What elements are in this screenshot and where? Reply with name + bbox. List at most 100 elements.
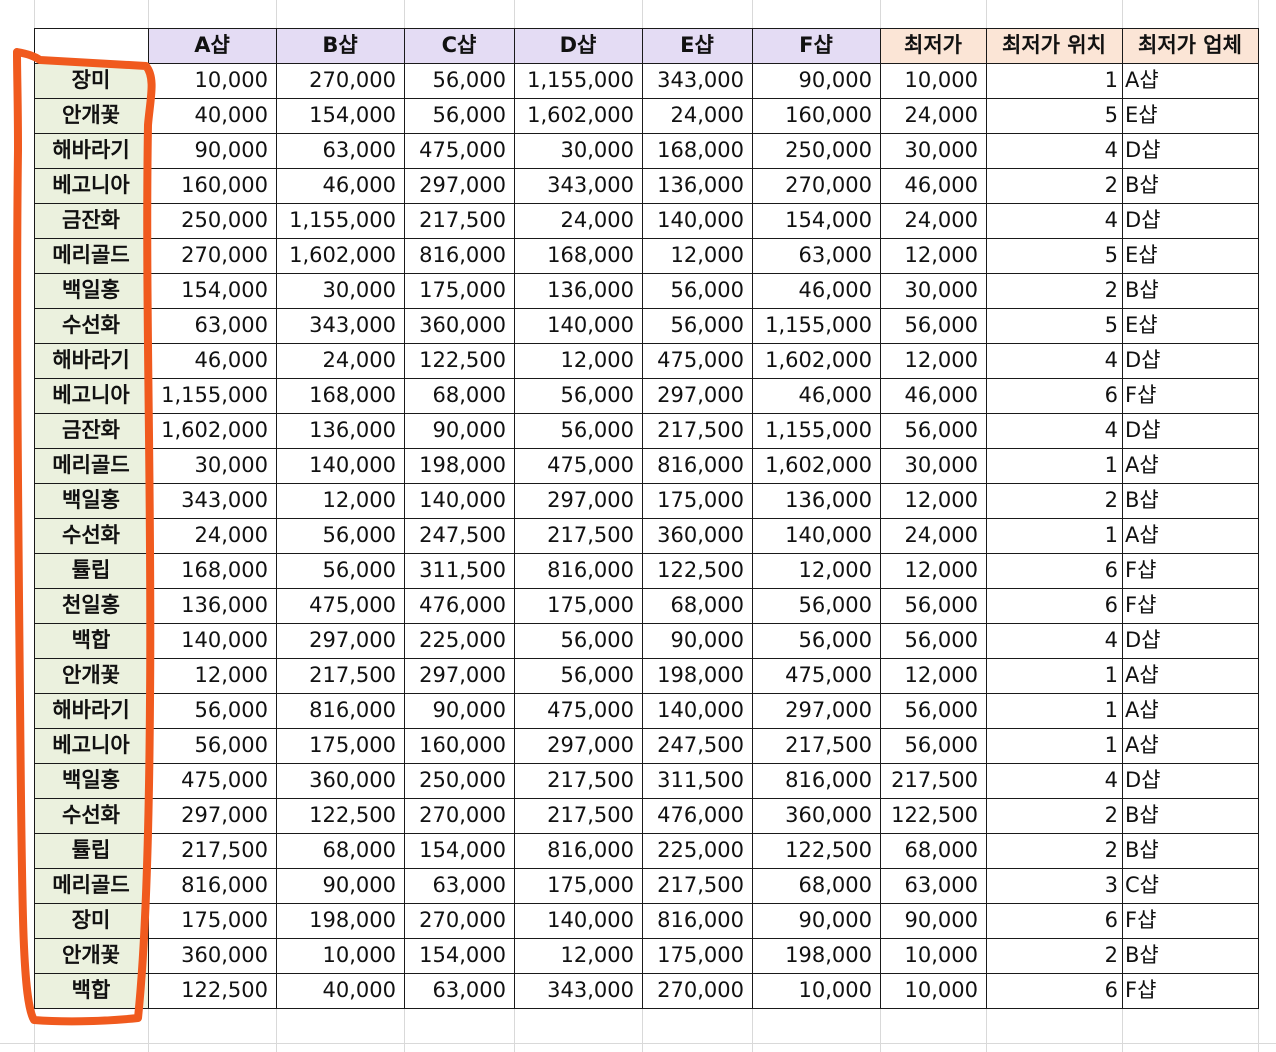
min-vendor-cell[interactable]: D샵 (1122, 623, 1258, 658)
flower-name-cell[interactable]: 백일홍 (34, 483, 148, 518)
price-cell[interactable]: 311,500 (404, 553, 514, 588)
min-position-cell[interactable]: 4 (986, 133, 1122, 168)
price-cell[interactable]: 12,000 (276, 483, 404, 518)
price-cell[interactable]: 160,000 (148, 168, 276, 203)
price-cell[interactable]: 140,000 (752, 518, 880, 553)
price-cell[interactable]: 297,000 (642, 378, 752, 413)
price-cell[interactable]: 56,000 (514, 413, 642, 448)
min-vendor-cell[interactable]: D샵 (1122, 343, 1258, 378)
flower-name-cell[interactable]: 백합 (34, 623, 148, 658)
corner-cell[interactable] (34, 28, 148, 63)
min-position-cell[interactable]: 4 (986, 343, 1122, 378)
flower-name-cell[interactable]: 튤립 (34, 553, 148, 588)
price-cell[interactable]: 168,000 (148, 553, 276, 588)
price-cell[interactable]: 90,000 (752, 63, 880, 98)
flower-name-cell[interactable]: 백일홍 (34, 273, 148, 308)
price-cell[interactable]: 90,000 (276, 868, 404, 903)
flower-name-cell[interactable]: 베고니아 (34, 378, 148, 413)
min-vendor-cell[interactable]: B샵 (1122, 168, 1258, 203)
min-position-cell[interactable]: 1 (986, 693, 1122, 728)
min-vendor-cell[interactable]: A샵 (1122, 518, 1258, 553)
price-cell[interactable]: 343,000 (642, 63, 752, 98)
min-price-cell[interactable]: 56,000 (880, 693, 986, 728)
header-result-0[interactable]: 최저가 (880, 28, 986, 63)
min-vendor-cell[interactable]: A샵 (1122, 728, 1258, 763)
min-price-cell[interactable]: 46,000 (880, 378, 986, 413)
price-cell[interactable]: 90,000 (148, 133, 276, 168)
price-cell[interactable]: 63,000 (404, 973, 514, 1008)
price-cell[interactable]: 476,000 (642, 798, 752, 833)
price-cell[interactable]: 1,602,000 (276, 238, 404, 273)
price-cell[interactable]: 476,000 (404, 588, 514, 623)
price-cell[interactable]: 56,000 (148, 693, 276, 728)
price-cell[interactable]: 1,155,000 (752, 308, 880, 343)
price-cell[interactable]: 56,000 (642, 273, 752, 308)
price-cell[interactable]: 175,000 (642, 938, 752, 973)
price-cell[interactable]: 311,500 (642, 763, 752, 798)
min-vendor-cell[interactable]: D샵 (1122, 133, 1258, 168)
price-cell[interactable]: 270,000 (148, 238, 276, 273)
price-cell[interactable]: 46,000 (752, 273, 880, 308)
flower-name-cell[interactable]: 장미 (34, 903, 148, 938)
flower-name-cell[interactable]: 안개꽃 (34, 658, 148, 693)
price-cell[interactable]: 297,000 (752, 693, 880, 728)
price-cell[interactable]: 160,000 (752, 98, 880, 133)
header-result-1[interactable]: 최저가 위치 (986, 28, 1122, 63)
min-vendor-cell[interactable]: A샵 (1122, 63, 1258, 98)
min-vendor-cell[interactable]: B샵 (1122, 273, 1258, 308)
min-vendor-cell[interactable]: D샵 (1122, 413, 1258, 448)
min-price-cell[interactable]: 56,000 (880, 413, 986, 448)
price-cell[interactable]: 12,000 (514, 938, 642, 973)
price-cell[interactable]: 250,000 (752, 133, 880, 168)
price-cell[interactable]: 217,500 (514, 798, 642, 833)
min-price-cell[interactable]: 30,000 (880, 448, 986, 483)
price-cell[interactable]: 140,000 (514, 308, 642, 343)
price-cell[interactable]: 168,000 (276, 378, 404, 413)
header-shop-5[interactable]: F샵 (752, 28, 880, 63)
price-cell[interactable]: 343,000 (148, 483, 276, 518)
price-cell[interactable]: 63,000 (276, 133, 404, 168)
min-price-cell[interactable]: 122,500 (880, 798, 986, 833)
price-cell[interactable]: 136,000 (514, 273, 642, 308)
min-vendor-cell[interactable]: B샵 (1122, 833, 1258, 868)
price-cell[interactable]: 816,000 (642, 448, 752, 483)
price-cell[interactable]: 816,000 (148, 868, 276, 903)
min-price-cell[interactable]: 30,000 (880, 273, 986, 308)
price-cell[interactable]: 90,000 (404, 693, 514, 728)
price-cell[interactable]: 40,000 (276, 973, 404, 1008)
price-cell[interactable]: 10,000 (148, 63, 276, 98)
price-cell[interactable]: 122,500 (642, 553, 752, 588)
min-vendor-cell[interactable]: F샵 (1122, 903, 1258, 938)
price-cell[interactable]: 217,500 (642, 413, 752, 448)
flower-name-cell[interactable]: 해바라기 (34, 693, 148, 728)
price-cell[interactable]: 297,000 (514, 728, 642, 763)
min-position-cell[interactable]: 1 (986, 728, 1122, 763)
min-vendor-cell[interactable]: A샵 (1122, 658, 1258, 693)
price-cell[interactable]: 140,000 (404, 483, 514, 518)
price-cell[interactable]: 360,000 (404, 308, 514, 343)
price-cell[interactable]: 175,000 (148, 903, 276, 938)
price-cell[interactable]: 475,000 (404, 133, 514, 168)
flower-name-cell[interactable]: 메리골드 (34, 448, 148, 483)
min-vendor-cell[interactable]: E샵 (1122, 98, 1258, 133)
price-cell[interactable]: 56,000 (642, 308, 752, 343)
price-cell[interactable]: 175,000 (404, 273, 514, 308)
price-cell[interactable]: 175,000 (514, 588, 642, 623)
price-cell[interactable]: 816,000 (642, 903, 752, 938)
min-vendor-cell[interactable]: D샵 (1122, 763, 1258, 798)
price-cell[interactable]: 56,000 (276, 518, 404, 553)
price-cell[interactable]: 198,000 (642, 658, 752, 693)
price-cell[interactable]: 122,500 (276, 798, 404, 833)
min-price-cell[interactable]: 30,000 (880, 133, 986, 168)
flower-name-cell[interactable]: 안개꽃 (34, 98, 148, 133)
min-price-cell[interactable]: 56,000 (880, 588, 986, 623)
price-cell[interactable]: 270,000 (404, 903, 514, 938)
min-vendor-cell[interactable]: F샵 (1122, 973, 1258, 1008)
price-cell[interactable]: 68,000 (642, 588, 752, 623)
price-cell[interactable]: 24,000 (514, 203, 642, 238)
price-cell[interactable]: 175,000 (514, 868, 642, 903)
min-price-cell[interactable]: 12,000 (880, 483, 986, 518)
price-cell[interactable]: 68,000 (276, 833, 404, 868)
flower-name-cell[interactable]: 천일홍 (34, 588, 148, 623)
flower-name-cell[interactable]: 장미 (34, 63, 148, 98)
